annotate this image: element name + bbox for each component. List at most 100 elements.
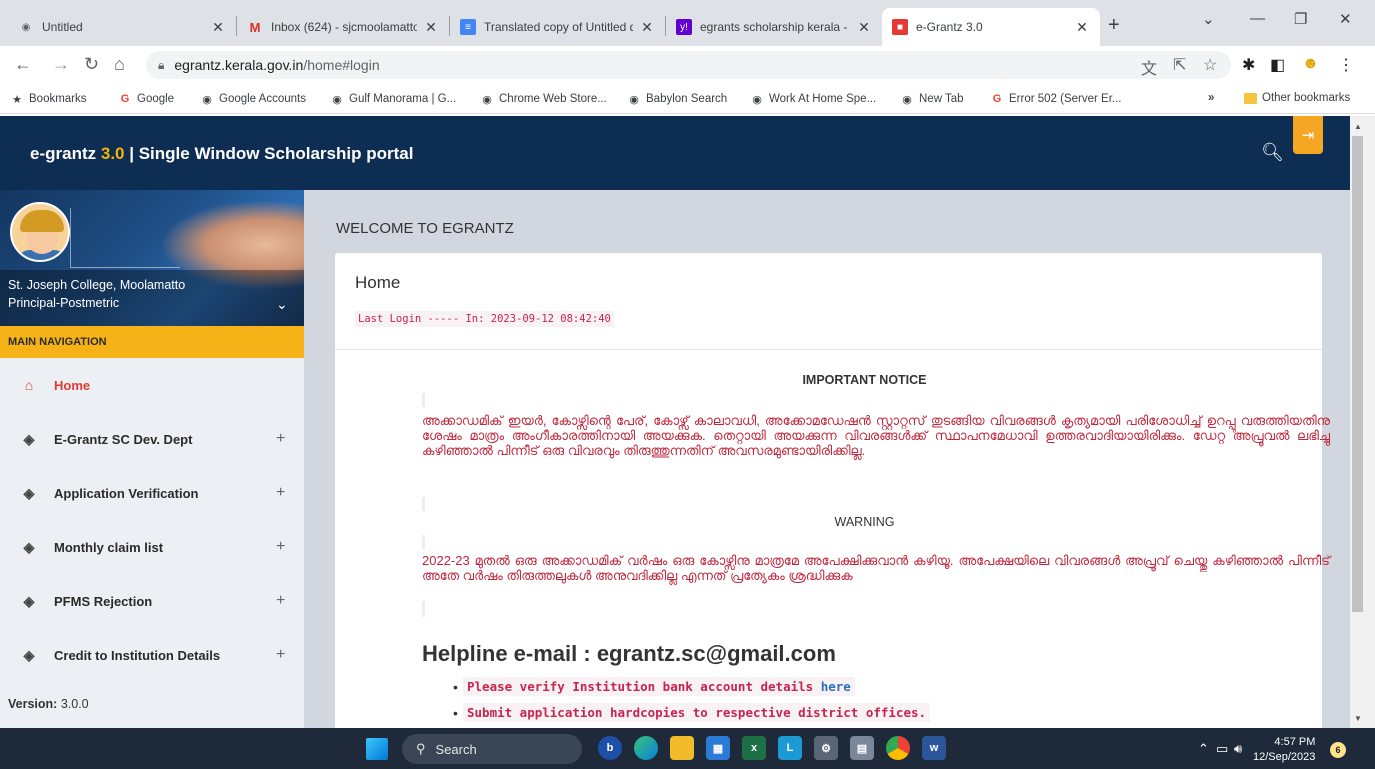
- expand-icon[interactable]: +: [276, 646, 285, 664]
- bookmark-item[interactable]: ◉ Babylon Search: [627, 92, 727, 106]
- tab-docs[interactable]: ≡ Translated copy of Untitled d ✕: [450, 8, 665, 46]
- layers-icon: ◈: [23, 430, 35, 447]
- address-bar[interactable]: 🔒︎ egrantz.kerala.gov.in/home#login: [146, 51, 1231, 79]
- notification-badge[interactable]: 6: [1330, 742, 1346, 758]
- quote-bar: [422, 393, 425, 407]
- scrollbar-thumb[interactable]: [1352, 136, 1363, 612]
- chevron-down-icon[interactable]: ⌄: [276, 296, 288, 313]
- logout-icon[interactable]: ⇥: [1293, 116, 1323, 154]
- expand-icon[interactable]: +: [276, 538, 285, 556]
- egrantz-icon: ■: [892, 19, 908, 35]
- search-icon[interactable]: 🔍︎: [1261, 142, 1284, 163]
- scroll-down-icon[interactable]: ▼: [1354, 714, 1362, 723]
- avatar: [10, 202, 70, 262]
- store-icon[interactable]: ▦: [706, 736, 730, 760]
- site-brand[interactable]: e-grantz 3.0 | Single Window Scholarship…: [30, 144, 413, 164]
- bookmark-item[interactable]: G Error 502 (Server Er...: [990, 92, 1122, 106]
- chevron-up-icon[interactable]: ⌃: [1198, 741, 1209, 757]
- system-clock[interactable]: 4:57 PM 12/Sep/2023: [1253, 735, 1315, 765]
- sidebar-item-application-verification[interactable]: ◈ Application Verification +: [0, 466, 304, 520]
- user-info[interactable]: St. Joseph College, Moolamatto Principal…: [0, 270, 304, 326]
- network-drive-icon[interactable]: ▤: [850, 736, 874, 760]
- clock-time: 4:57 PM: [1274, 736, 1316, 748]
- sidebar-item-pfms-rejection[interactable]: ◈ PFMS Rejection +: [0, 574, 304, 628]
- minimize-icon[interactable]: —: [1250, 10, 1265, 27]
- l-app-icon[interactable]: L: [778, 736, 802, 760]
- close-tab-icon[interactable]: ✕: [423, 19, 439, 36]
- monitor-icon[interactable]: ▭: [1216, 741, 1228, 757]
- sidebar-item-monthly-claim-list[interactable]: ◈ Monthly claim list +: [0, 520, 304, 574]
- bookmark-item[interactable]: G Google: [118, 92, 174, 106]
- taskbar-search[interactable]: ⚲ Search: [402, 734, 582, 764]
- tab-search-icon[interactable]: ⌄: [1202, 10, 1215, 28]
- tab-strip: ◉ Untitled ✕ M Inbox (624) - sjcmoolamat…: [0, 0, 1375, 46]
- sidebar-item-credit-to-institution[interactable]: ◈ Credit to Institution Details +: [0, 628, 304, 682]
- bookmark-star-icon[interactable]: ☆: [1203, 55, 1217, 75]
- excel-icon[interactable]: x: [742, 736, 766, 760]
- sidebar-item-label: E-Grantz SC Dev. Dept: [54, 431, 193, 447]
- word-icon[interactable]: w: [922, 736, 946, 760]
- version-info: Version: 3.0.0: [8, 697, 89, 711]
- windows-start-icon[interactable]: [366, 738, 388, 760]
- home-icon[interactable]: ⌂: [114, 54, 125, 75]
- new-tab-icon[interactable]: +: [1108, 14, 1120, 37]
- lock-icon: 🔒︎: [158, 57, 165, 72]
- expand-icon[interactable]: +: [276, 484, 285, 502]
- volume-icon[interactable]: 🔊︎: [1234, 741, 1242, 757]
- tab-egrantz[interactable]: ■ e-Grantz 3.0 ✕: [882, 8, 1100, 46]
- bookmark-item[interactable]: ★ Bookmarks: [10, 92, 86, 106]
- sidebar-item-label: Credit to Institution Details: [54, 647, 221, 663]
- bookmark-item[interactable]: ◉ Google Accounts: [200, 92, 306, 106]
- home-icon: ⌂: [24, 377, 34, 393]
- share-icon[interactable]: ⇱: [1173, 55, 1186, 75]
- tab-title: egrants scholarship kerala - Y: [700, 20, 850, 34]
- menu-icon[interactable]: ⋮: [1338, 55, 1354, 75]
- quote-bar: [422, 497, 425, 511]
- bank-details-link[interactable]: here: [821, 679, 851, 694]
- settings-icon[interactable]: ⚙: [814, 736, 838, 760]
- translate-icon[interactable]: 文: [1141, 55, 1157, 79]
- taskbar: ⚲ Search b ▦ x L ⚙ ▤ w ⌃ ▭ 🔊︎ 4:57 PM 12…: [0, 728, 1375, 769]
- back-icon[interactable]: ←: [14, 54, 32, 75]
- close-window-icon[interactable]: ✕: [1339, 10, 1352, 28]
- close-tab-icon[interactable]: ✕: [639, 19, 655, 36]
- bing-icon[interactable]: b: [598, 736, 622, 760]
- main-navigation-header: MAIN NAVIGATION: [0, 326, 304, 358]
- tab-gmail[interactable]: M Inbox (624) - sjcmoolamatton ✕: [237, 8, 449, 46]
- close-tab-icon[interactable]: ✕: [210, 19, 226, 36]
- more-bookmarks-button[interactable]: »: [1208, 92, 1214, 104]
- globe-icon: ◉: [202, 93, 212, 106]
- close-tab-icon[interactable]: ✕: [856, 19, 872, 36]
- close-tab-icon[interactable]: ✕: [1074, 19, 1090, 36]
- sidebar-item-home[interactable]: ⌂ Home: [0, 358, 304, 412]
- page-scrollbar[interactable]: ▲ ▼: [1350, 116, 1375, 728]
- home-card: Home Last Login ----- In: 2023-09-12 08:…: [335, 253, 1330, 728]
- globe-icon: ◉: [629, 93, 639, 106]
- restore-icon[interactable]: ❐: [1294, 10, 1307, 28]
- expand-icon[interactable]: +: [276, 430, 285, 448]
- notice-title: IMPORTANT NOTICE: [802, 373, 927, 387]
- profile-icon[interactable]: ☻: [1302, 55, 1319, 73]
- sidebar-item-sc-dev-dept[interactable]: ◈ E-Grantz SC Dev. Dept +: [0, 412, 304, 466]
- page-viewport: e-grantz 3.0 | Single Window Scholarship…: [0, 116, 1350, 728]
- expand-icon[interactable]: +: [276, 592, 285, 610]
- scroll-up-icon[interactable]: ▲: [1354, 122, 1362, 131]
- file-explorer-icon[interactable]: [670, 736, 694, 760]
- tab-yahoo[interactable]: y! egrants scholarship kerala - Y ✕: [666, 8, 882, 46]
- forward-icon[interactable]: →: [52, 54, 70, 75]
- site-header: e-grantz 3.0 | Single Window Scholarship…: [0, 116, 1350, 190]
- reload-icon[interactable]: ↻: [84, 54, 99, 75]
- notice-text: അക്കാഡമിക് ഇയർ, കോഴ്സിന്റെ പേര്, കോഴ്സ് …: [422, 413, 1330, 458]
- bookmark-item[interactable]: ◉ Work At Home Spe...: [750, 92, 876, 106]
- bookmark-item[interactable]: ◉ Gulf Manorama | G...: [330, 92, 456, 106]
- edge-icon[interactable]: [634, 736, 658, 760]
- chrome-icon[interactable]: [886, 736, 910, 760]
- side-panel-icon[interactable]: ◧: [1270, 55, 1285, 75]
- other-bookmarks[interactable]: Other bookmarks: [1244, 92, 1350, 104]
- extensions-icon[interactable]: ✱: [1242, 55, 1255, 75]
- card-title: Home: [355, 273, 401, 292]
- tab-untitled[interactable]: ◉ Untitled ✕: [8, 8, 236, 46]
- bookmark-item[interactable]: ◉ Chrome Web Store...: [480, 92, 607, 106]
- warning-title: WARNING: [834, 515, 895, 529]
- bookmark-item[interactable]: ◉ New Tab: [900, 92, 963, 106]
